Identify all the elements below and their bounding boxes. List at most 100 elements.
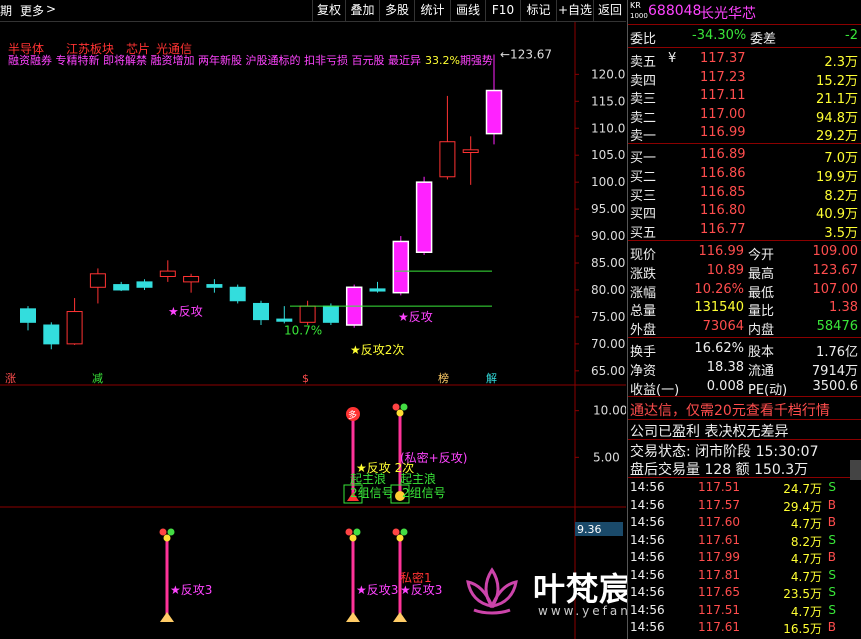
sell-row[interactable]: 卖一 116.99 29.2万 xyxy=(628,124,861,144)
stat2-label-2: PE(动) xyxy=(748,382,788,398)
sell-volume: 15.2万 xyxy=(816,73,858,89)
candle-body[interactable] xyxy=(20,308,36,323)
stat2-value: 0.008 xyxy=(706,378,744,394)
sell-row[interactable]: 卖二 117.00 94.8万 xyxy=(628,106,861,126)
y-tick-label: 100.00 xyxy=(591,175,626,189)
candle-body[interactable] xyxy=(485,89,503,135)
candle-body[interactable] xyxy=(322,305,339,323)
buy-row[interactable]: 买二 116.86 19.9万 xyxy=(628,165,861,185)
tick-row: 14:56 117.51 4.7万 S xyxy=(628,603,861,619)
candle-body[interactable] xyxy=(439,141,456,178)
candle-body[interactable] xyxy=(299,305,316,323)
stat2-row: 换手 16.62% 股本 1.76亿 xyxy=(628,340,861,360)
sell-label: 卖一 xyxy=(630,129,657,144)
tick-volume: 24.7万 xyxy=(783,482,822,496)
sell-row[interactable]: 卖三 117.11 21.1万 xyxy=(628,87,861,107)
tick-price: 117.81 xyxy=(698,567,740,582)
candle-body[interactable] xyxy=(276,318,293,322)
back-button[interactable]: 返回 xyxy=(593,0,626,21)
candle-body[interactable] xyxy=(253,302,269,321)
buy-price: 116.80 xyxy=(700,203,746,219)
sell-row[interactable]: 卖五 ¥ 117.37 2.3万 xyxy=(628,50,861,70)
candle-body[interactable] xyxy=(415,181,433,253)
draw-line-button[interactable]: 画线 xyxy=(450,0,485,21)
stat-value-2: 1.38 xyxy=(829,300,858,316)
fuquan-button[interactable]: 复权 xyxy=(312,0,345,21)
sell-volume: 21.1万 xyxy=(816,92,858,107)
tick-time: 14:56 xyxy=(630,585,665,599)
candle-body[interactable] xyxy=(392,240,410,294)
candle-body[interactable] xyxy=(206,284,223,288)
panel-scroll-icon[interactable] xyxy=(850,460,861,480)
tick-row: 14:56 117.99 4.7万 B xyxy=(628,550,861,566)
tick-price: 117.61 xyxy=(698,532,740,547)
candle-body[interactable] xyxy=(136,281,153,288)
stats-button[interactable]: 统计 xyxy=(414,0,450,21)
sell-price: 117.00 xyxy=(700,106,746,122)
more-menu[interactable]: 更多 xyxy=(20,2,44,19)
tick-price: 117.65 xyxy=(698,585,740,599)
candle-body[interactable] xyxy=(369,288,386,292)
candle-body[interactable] xyxy=(89,273,106,288)
f10-button[interactable]: F10 xyxy=(485,0,520,21)
candle-body[interactable] xyxy=(462,149,479,154)
stat-label-2: 内盘 xyxy=(748,323,775,339)
stat-label: 涨跌 xyxy=(630,266,657,282)
tick-volume: 4.7万 xyxy=(790,569,822,584)
mark-button[interactable]: 标记 xyxy=(520,0,556,21)
company-row: 公司已盈利 表决权无差异 xyxy=(628,420,861,440)
stock-code: 688048 xyxy=(648,3,702,19)
concept-text: 融资融券 专精特新 即将解禁 融资增加 两年新股 沪股通标的 扣非亏损 百元股 … xyxy=(8,54,421,67)
stat-label: 外盘 xyxy=(630,323,657,339)
event-marker-icon: 榜 xyxy=(438,371,449,385)
tick-price: 117.51 xyxy=(698,480,740,494)
base-marker-icon xyxy=(393,612,407,622)
tick-volume: 4.7万 xyxy=(790,517,822,531)
add-watchlist-button[interactable]: +自选 xyxy=(556,0,593,21)
period-label[interactable]: 期 xyxy=(0,2,12,19)
candle-body[interactable] xyxy=(159,270,176,277)
candle-body[interactable] xyxy=(229,286,246,302)
overlay-button[interactable]: 叠加 xyxy=(345,0,379,21)
sell-price: 116.99 xyxy=(700,125,746,140)
sell-row[interactable]: 卖四 117.23 15.2万 xyxy=(628,69,861,89)
tick-volume: 29.4万 xyxy=(783,499,822,514)
tick-time: 14:56 xyxy=(630,497,665,512)
notice-text[interactable]: 通达信，仅需20元查看千档行情 xyxy=(630,400,830,420)
tick-time: 14:56 xyxy=(630,602,665,617)
candle-body[interactable] xyxy=(43,324,60,345)
tick-price: 117.60 xyxy=(698,515,740,529)
buy-volume: 8.2万 xyxy=(824,188,858,204)
fangong3-label: ★反攻 xyxy=(398,310,433,324)
tick-row: 14:56 117.61 8.2万 S xyxy=(628,533,861,549)
stat-label-2: 今开 xyxy=(748,248,775,263)
kline-chart[interactable]: 120.00 115.00 110.00 105.00 100.00 95.00 90.00… xyxy=(0,22,626,639)
y-tick-label: 115.00 xyxy=(591,94,626,108)
event-marker-icon: 涨 xyxy=(5,372,16,385)
buy-label: 买二 xyxy=(630,169,657,185)
sell-label: 卖二 xyxy=(630,110,657,126)
candle-body[interactable] xyxy=(113,284,130,291)
buy-row[interactable]: 买四 116.80 40.9万 xyxy=(628,202,861,222)
notice-row[interactable]: 通达信，仅需20元查看千档行情 xyxy=(628,399,861,420)
multi-stock-button[interactable]: 多股 xyxy=(379,0,414,21)
candle-body[interactable] xyxy=(183,275,200,283)
tick-time: 14:56 xyxy=(630,515,665,529)
stat-value-2: 107.00 xyxy=(812,281,859,297)
indicator-value-label: 9.36 xyxy=(577,523,602,536)
stat-label-2: 最高 xyxy=(748,266,775,282)
market-badge: KR xyxy=(630,1,641,10)
sell-mark: ¥ xyxy=(668,51,677,66)
fangong2-label: ★反攻2次 xyxy=(350,343,404,357)
buy-row[interactable]: 买一 116.89 7.0万 xyxy=(628,146,861,166)
tick-row: 14:56 117.51 24.7万 S xyxy=(628,480,861,496)
y-tick-label: 10.00 xyxy=(593,404,626,418)
y-tick-label: 5.00 xyxy=(593,450,620,464)
signal-label: ★反攻3 xyxy=(356,583,398,597)
candle-body[interactable] xyxy=(66,311,83,345)
tick-time: 14:56 xyxy=(630,567,665,582)
more-arrow-icon[interactable]: > xyxy=(46,2,56,16)
after-hours: 盘后交易量 128 额 150.3万 xyxy=(630,462,809,478)
buy-row[interactable]: 买五 116.77 3.5万 xyxy=(628,221,861,241)
buy-row[interactable]: 买三 116.85 8.2万 xyxy=(628,184,861,204)
